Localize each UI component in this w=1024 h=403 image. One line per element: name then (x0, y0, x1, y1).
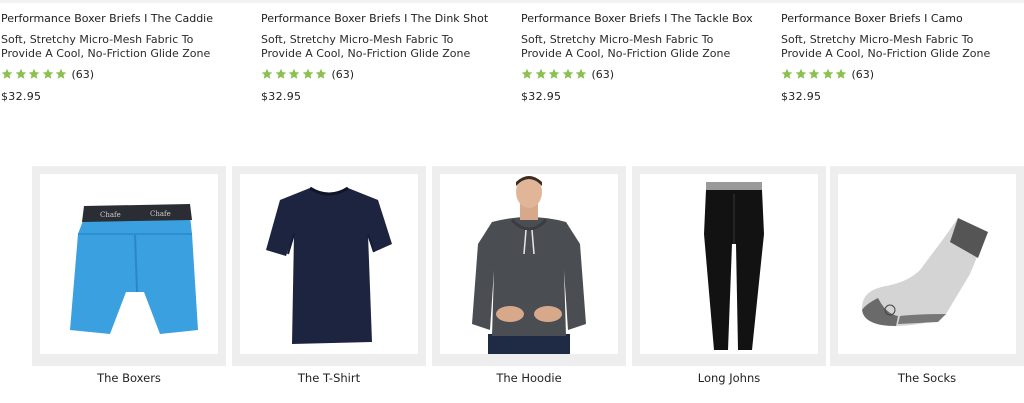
product-rating[interactable]: (63) (261, 66, 506, 82)
product-description: Soft, Stretchy Micro-Mesh Fabric To Prov… (521, 33, 731, 60)
boxers-image: Chafe Chafe (70, 204, 198, 334)
rating-count[interactable]: (63) (852, 68, 875, 81)
product-card[interactable]: Performance Boxer Briefs I The Caddie So… (1, 10, 246, 103)
product-title[interactable]: Performance Boxer Briefs I Camo (781, 10, 1024, 28)
star-icon (261, 68, 273, 79)
product-description: Soft, Stretchy Micro-Mesh Fabric To Prov… (261, 33, 471, 60)
category-image-frame (240, 174, 418, 354)
star-icon (562, 68, 573, 79)
socks-image (862, 218, 988, 327)
star-icon (15, 68, 26, 79)
product-description: Soft, Stretchy Micro-Mesh Fabric To Prov… (1, 33, 211, 60)
product-title[interactable]: Performance Boxer Briefs I The Dink Shot (261, 10, 506, 28)
category-label[interactable]: Long Johns (632, 371, 826, 385)
product-price: $32.95 (521, 90, 562, 103)
rating-count[interactable]: (63) (72, 68, 95, 81)
product-card[interactable]: Performance Boxer Briefs I Camo Soft, St… (781, 10, 1024, 103)
category-tile-socks[interactable]: The Socks (830, 166, 1024, 385)
product-price: $32.95 (781, 90, 822, 103)
category-row: Chafe Chafe The Boxers The T-Shirt The H… (32, 166, 1024, 403)
product-description: Soft, Stretchy Micro-Mesh Fabric To Prov… (781, 33, 991, 60)
product-title[interactable]: Performance Boxer Briefs I The Tackle Bo… (521, 10, 766, 28)
star-icon (302, 68, 313, 79)
star-icon (521, 68, 533, 79)
tshirt-image (266, 186, 392, 344)
product-rating[interactable]: (63) (1, 66, 246, 82)
star-icon (1, 68, 13, 79)
category-tile-boxers[interactable]: Chafe Chafe The Boxers (32, 166, 226, 385)
star-icon (781, 68, 793, 79)
star-icon (42, 68, 53, 79)
star-icon (575, 68, 587, 79)
product-rating[interactable]: (63) (781, 66, 1024, 82)
product-card[interactable]: Performance Boxer Briefs I The Tackle Bo… (521, 10, 766, 103)
star-icon (795, 68, 806, 79)
product-price: $32.95 (261, 90, 302, 103)
svg-text:Chafe: Chafe (100, 211, 121, 219)
long-johns-image (704, 182, 764, 350)
category-label[interactable]: The Hoodie (432, 371, 626, 385)
star-icon (808, 68, 820, 79)
category-label[interactable]: The Boxers (32, 371, 226, 385)
category-image-frame (838, 174, 1016, 354)
top-divider (0, 0, 1024, 3)
product-price: $32.95 (1, 90, 42, 103)
star-icon (535, 68, 546, 79)
star-icon (275, 68, 286, 79)
category-tile-hoodie[interactable]: The Hoodie (432, 166, 626, 385)
rating-stars (261, 65, 329, 84)
category-image-frame (440, 174, 618, 354)
category-image-frame (640, 174, 818, 354)
rating-stars (1, 65, 69, 84)
rating-count[interactable]: (63) (332, 68, 355, 81)
star-icon (28, 68, 40, 79)
rating-stars (521, 65, 589, 84)
product-card[interactable]: Performance Boxer Briefs I The Dink Shot… (261, 10, 506, 103)
star-icon (288, 68, 300, 79)
product-row: Performance Boxer Briefs I The Caddie So… (0, 10, 1024, 110)
category-tile-long-johns[interactable]: Long Johns (632, 166, 826, 385)
star-icon (835, 68, 847, 79)
rating-count[interactable]: (63) (592, 68, 615, 81)
product-title[interactable]: Performance Boxer Briefs I The Caddie (1, 10, 246, 28)
svg-text:Chafe: Chafe (150, 210, 171, 218)
rating-stars (781, 65, 849, 84)
star-icon (315, 68, 327, 79)
hoodie-image (472, 176, 586, 354)
category-label[interactable]: The T-Shirt (232, 371, 426, 385)
category-label[interactable]: The Socks (830, 371, 1024, 385)
category-tile-tshirt[interactable]: The T-Shirt (232, 166, 426, 385)
star-icon (548, 68, 560, 79)
product-rating[interactable]: (63) (521, 66, 766, 82)
category-image-frame: Chafe Chafe (40, 174, 218, 354)
star-icon (822, 68, 833, 79)
star-icon (55, 68, 67, 79)
